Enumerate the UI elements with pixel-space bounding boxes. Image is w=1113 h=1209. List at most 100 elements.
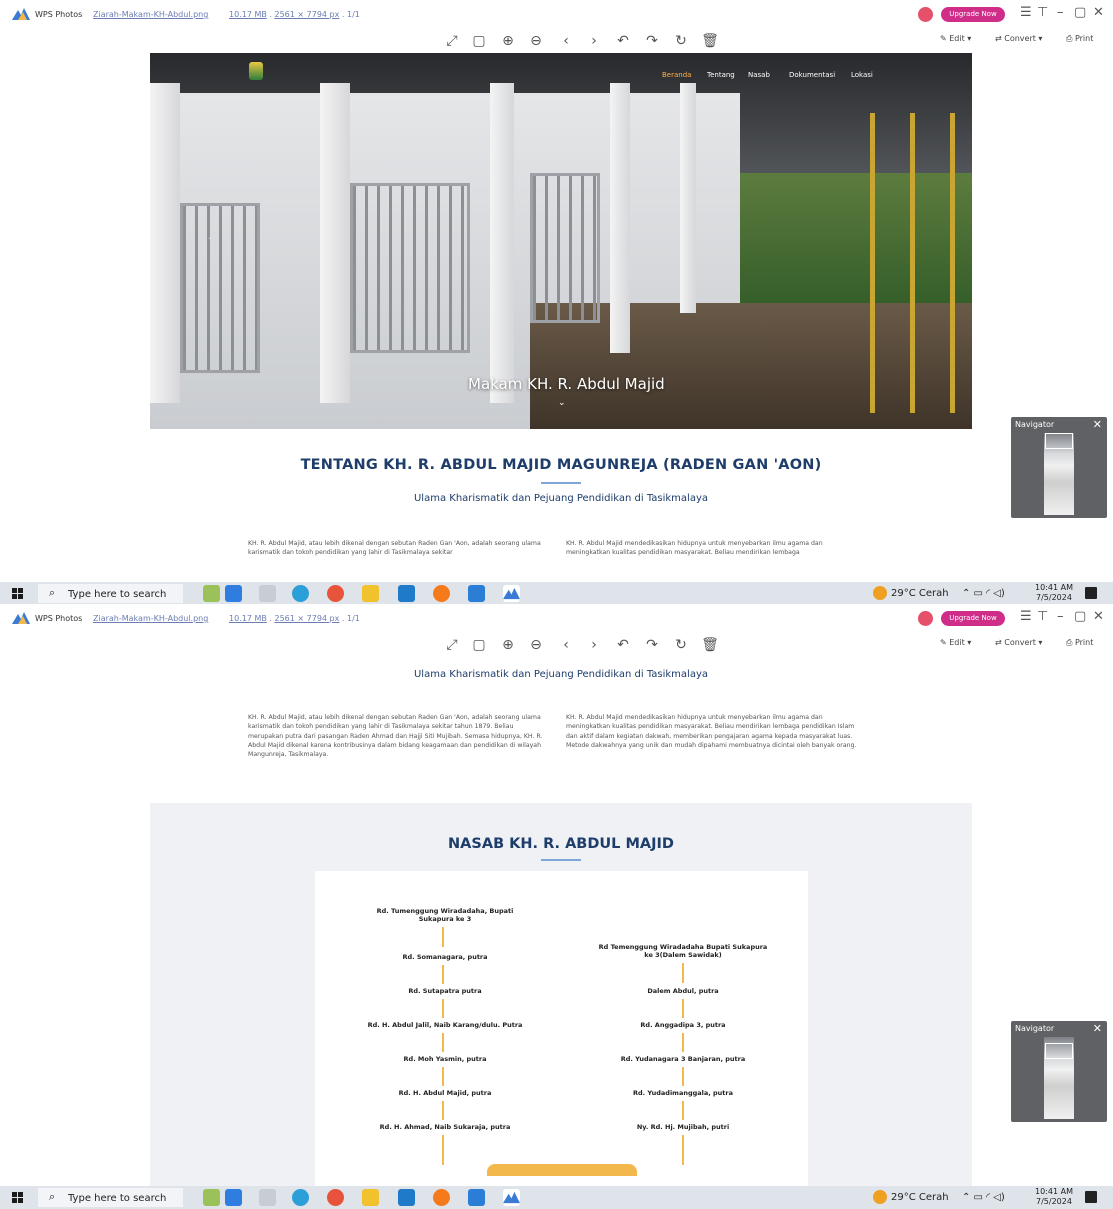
convert-button[interactable]: ⇄ Convert ▾ — [995, 638, 1042, 647]
tree-node-right: Rd. Yudanagara 3 Banjaran, putra — [620, 1055, 746, 1063]
weather-text[interactable]: 29°C Cerah — [891, 588, 949, 599]
file-name-link[interactable]: Ziarah-Makam-KH-Abdul.png — [93, 10, 208, 19]
carousel-prev-icon[interactable]: ‹ — [208, 228, 214, 247]
menu-icon[interactable]: ☰ — [1020, 609, 1032, 624]
delete-icon[interactable]: 🗑 — [700, 31, 720, 51]
teams-icon[interactable] — [468, 585, 485, 602]
pin-icon[interactable]: ⊤ — [1037, 5, 1048, 20]
rotate-icon[interactable]: ↻ — [671, 31, 691, 51]
edit-button[interactable]: ✎ Edit ▾ — [940, 638, 971, 647]
navigator-close-icon[interactable]: ✕ — [1093, 1022, 1102, 1035]
tree-node-left: Rd. Somanagara, putra — [402, 953, 488, 961]
next-icon[interactable]: › — [584, 31, 604, 51]
edit-button[interactable]: ✎ Edit ▾ — [940, 34, 971, 43]
rotate-right-icon[interactable]: ↷ — [642, 635, 662, 655]
weather-text[interactable]: 29°C Cerah — [891, 1192, 949, 1203]
rotate-left-icon[interactable]: ↶ — [613, 31, 633, 51]
nav-nasab[interactable]: Nasab — [748, 71, 770, 79]
task-view-icon[interactable] — [259, 585, 276, 602]
upgrade-now-button[interactable]: Upgrade Now — [941, 7, 1005, 22]
nasab-section: NASAB KH. R. ABDUL MAJID Rd. Tumenggung … — [150, 803, 972, 1186]
site-logo[interactable] — [249, 62, 263, 80]
rotate-right-icon[interactable]: ↷ — [642, 31, 662, 51]
edge-icon[interactable] — [292, 585, 309, 602]
teams-icon[interactable] — [468, 1189, 485, 1206]
tray-icons[interactable]: ⌃ ▭ ◜ ◁) — [962, 588, 1005, 599]
previous-icon[interactable]: ‹ — [556, 635, 576, 655]
taskbar-app-icon[interactable] — [225, 1189, 242, 1206]
minimize-icon[interactable]: – — [1057, 5, 1064, 20]
zoom-out-icon[interactable]: ⊖ — [526, 31, 546, 51]
firefox-icon[interactable] — [433, 585, 450, 602]
navigator-viewport[interactable] — [1045, 433, 1073, 449]
close-icon[interactable]: ✕ — [1093, 5, 1104, 20]
edge-icon[interactable] — [292, 1189, 309, 1206]
mail-icon[interactable] — [398, 585, 415, 602]
weather-icon[interactable] — [873, 1190, 887, 1204]
clock[interactable]: 10:41 AM 7/5/2024 — [1035, 583, 1073, 603]
fullscreen-icon[interactable]: ⤢ — [442, 31, 462, 51]
print-button[interactable]: ⎙ Print — [1066, 34, 1093, 44]
navigator-panel[interactable]: Navigator ✕ — [1011, 1021, 1107, 1122]
zoom-in-icon[interactable]: ⊕ — [498, 635, 518, 655]
navigator-panel[interactable]: Navigator ✕ — [1011, 417, 1107, 518]
image-viewer[interactable]: Beranda Tentang Nasab Dokumentasi Lokasi… — [0, 53, 1113, 582]
taskbar-app-icon[interactable] — [225, 585, 242, 602]
previous-icon[interactable]: ‹ — [556, 31, 576, 51]
actual-size-icon[interactable]: ▢ — [469, 31, 489, 51]
avatar[interactable] — [918, 7, 933, 22]
rotate-icon[interactable]: ↻ — [671, 635, 691, 655]
wps-photos-taskbar-icon[interactable] — [503, 1189, 520, 1206]
scroll-down-icon[interactable]: ⌄ — [558, 398, 566, 408]
print-button[interactable]: ⎙ Print — [1066, 638, 1093, 648]
windows-start-icon[interactable] — [12, 1192, 23, 1203]
taskbar-search[interactable]: ⌕ Type here to search — [38, 1188, 183, 1207]
wps-office-icon[interactable] — [327, 1189, 344, 1206]
fullscreen-icon[interactable]: ⤢ — [442, 635, 462, 655]
navigator-title: Navigator — [1015, 420, 1055, 429]
nav-dokumentasi[interactable]: Dokumentasi — [789, 71, 835, 79]
navigator-close-icon[interactable]: ✕ — [1093, 418, 1102, 431]
minimize-icon[interactable]: – — [1057, 609, 1064, 624]
notification-icon[interactable] — [1085, 1191, 1097, 1203]
file-explorer-icon[interactable] — [362, 585, 379, 602]
navigator-viewport[interactable] — [1045, 1043, 1073, 1059]
tray-icons[interactable]: ⌃ ▭ ◜ ◁) — [962, 1192, 1005, 1203]
avatar[interactable] — [918, 611, 933, 626]
maximize-icon[interactable]: ▢ — [1074, 5, 1086, 20]
taskbar-search[interactable]: ⌕ Type here to search — [38, 584, 183, 603]
taskbar-app-icon[interactable] — [203, 585, 220, 602]
zoom-out-icon[interactable]: ⊖ — [526, 635, 546, 655]
upgrade-now-button[interactable]: Upgrade Now — [941, 611, 1005, 626]
file-explorer-icon[interactable] — [362, 1189, 379, 1206]
weather-icon[interactable] — [873, 586, 887, 600]
zoom-in-icon[interactable]: ⊕ — [498, 31, 518, 51]
clock[interactable]: 10:41 AM 7/5/2024 — [1035, 1187, 1073, 1207]
rotate-left-icon[interactable]: ↶ — [613, 635, 633, 655]
tree-node-right: Dalem Abdul, putra — [647, 987, 719, 995]
tree-node-right: Rd Temenggung Wiradadaha Bupati Sukapura… — [598, 943, 768, 959]
convert-button[interactable]: ⇄ Convert ▾ — [995, 34, 1042, 43]
firefox-icon[interactable] — [433, 1189, 450, 1206]
nav-tentang[interactable]: Tentang — [707, 71, 735, 79]
wps-photos-taskbar-icon[interactable] — [503, 585, 520, 602]
wps-office-icon[interactable] — [327, 585, 344, 602]
task-view-icon[interactable] — [259, 1189, 276, 1206]
close-icon[interactable]: ✕ — [1093, 609, 1104, 624]
maximize-icon[interactable]: ▢ — [1074, 609, 1086, 624]
delete-icon[interactable]: 🗑 — [700, 635, 720, 655]
windows-start-icon[interactable] — [12, 588, 23, 599]
nav-beranda[interactable]: Beranda — [662, 71, 691, 79]
actual-size-icon[interactable]: ▢ — [469, 635, 489, 655]
menu-icon[interactable]: ☰ — [1020, 5, 1032, 20]
mail-icon[interactable] — [398, 1189, 415, 1206]
file-name-link[interactable]: Ziarah-Makam-KH-Abdul.png — [93, 614, 208, 623]
next-icon[interactable]: › — [584, 635, 604, 655]
nav-lokasi[interactable]: Lokasi — [851, 71, 873, 79]
taskbar-app-icon[interactable] — [203, 1189, 220, 1206]
notification-icon[interactable] — [1085, 587, 1097, 599]
image-viewer[interactable]: Ulama Kharismatik dan Pejuang Pendidikan… — [0, 657, 1113, 1186]
pin-icon[interactable]: ⊤ — [1037, 609, 1048, 624]
title-underline — [541, 482, 581, 484]
clock-date: 7/5/2024 — [1036, 593, 1072, 602]
